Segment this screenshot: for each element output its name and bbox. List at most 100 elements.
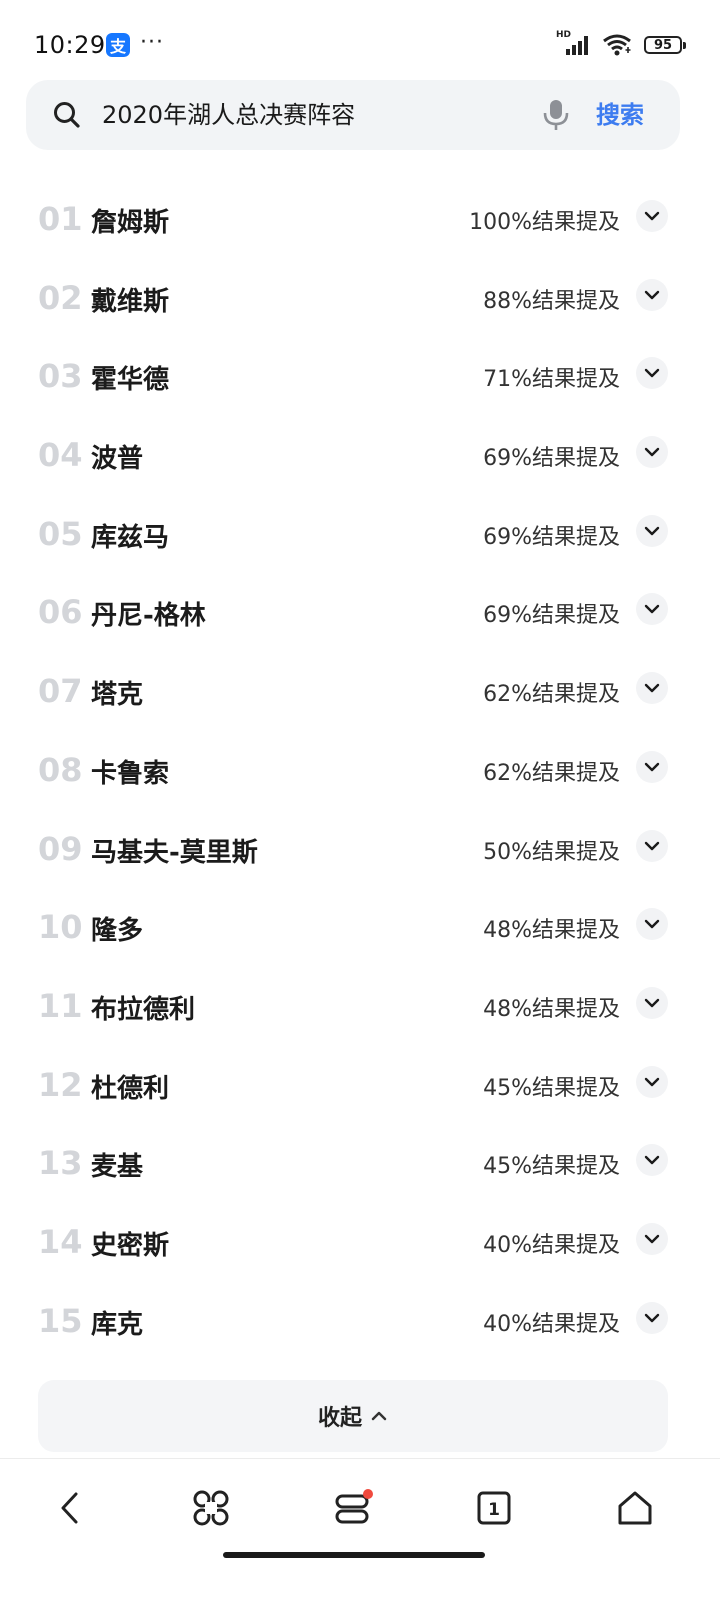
mention-rate: 62%结果提及 <box>483 760 620 786</box>
result-row[interactable]: 13 麦基 45%结果提及 <box>0 1124 720 1203</box>
chevron-down-icon <box>644 605 660 614</box>
rank-number: 02 <box>38 278 83 317</box>
result-row[interactable]: 07 塔克 62%结果提及 <box>0 652 720 731</box>
rank-number: 12 <box>38 1065 83 1104</box>
status-time: 10:29 <box>34 31 106 59</box>
chevron-down-icon <box>644 1234 660 1244</box>
mention-rate: 45%结果提及 <box>483 1075 620 1101</box>
home-button[interactable] <box>610 1483 660 1533</box>
chevron-down-icon <box>644 683 660 693</box>
collapse-button[interactable]: 收起 <box>38 1380 668 1452</box>
menu-button[interactable] <box>328 1483 378 1533</box>
result-row[interactable]: 01 詹姆斯 100%结果提及 <box>0 180 720 259</box>
menu-icon <box>335 1489 373 1524</box>
tabs-count: 1 <box>488 1500 500 1520</box>
rank-number: 13 <box>38 1144 83 1183</box>
mention-rate: 48%结果提及 <box>483 996 620 1022</box>
player-name: 库克 <box>91 1309 144 1340</box>
mention-rate: 88%结果提及 <box>483 288 620 314</box>
home-indicator[interactable] <box>223 1552 485 1558</box>
player-name: 卡鲁索 <box>91 758 170 789</box>
expand-button[interactable] <box>636 593 668 626</box>
rank-number: 08 <box>38 750 83 789</box>
chevron-down-icon <box>644 1156 660 1165</box>
mention-rate: 69%结果提及 <box>483 446 620 472</box>
player-name: 霍华德 <box>91 365 170 396</box>
microphone-icon[interactable] <box>542 98 570 132</box>
search-button[interactable]: 搜索 <box>596 80 644 150</box>
expand-button[interactable] <box>636 514 668 547</box>
expand-button[interactable] <box>636 278 668 311</box>
player-name: 史密斯 <box>91 1230 170 1261</box>
mention-rate: 62%结果提及 <box>483 682 620 708</box>
rank-number: 06 <box>38 593 83 632</box>
back-button[interactable] <box>45 1483 95 1533</box>
chevron-down-icon <box>644 447 660 457</box>
shortcuts-button[interactable] <box>186 1483 236 1533</box>
expand-button[interactable] <box>636 357 668 390</box>
chevron-down-icon <box>644 762 660 772</box>
expand-button[interactable] <box>636 1065 668 1098</box>
expand-button[interactable] <box>636 829 668 862</box>
collapse-label: 收起 <box>317 1406 362 1431</box>
chevron-down-icon <box>644 369 660 378</box>
result-row[interactable]: 05 库兹马 69%结果提及 <box>0 495 720 574</box>
rank-number: 01 <box>38 200 83 238</box>
rank-number: 11 <box>38 986 83 1025</box>
result-row[interactable]: 11 布拉德利 48%结果提及 <box>0 967 720 1046</box>
result-row[interactable]: 12 杜德利 45%结果提及 <box>0 1046 720 1125</box>
rank-number: 09 <box>38 829 83 868</box>
expand-button[interactable] <box>636 908 668 941</box>
result-row[interactable]: 08 卡鲁索 62%结果提及 <box>0 731 720 810</box>
chevron-down-icon <box>644 211 660 221</box>
expand-button[interactable] <box>636 200 668 232</box>
expand-button[interactable] <box>636 436 668 469</box>
search-input[interactable]: 2020年湖人总决赛阵容 <box>102 80 355 150</box>
expand-button[interactable] <box>636 986 668 1019</box>
chevron-down-icon <box>644 526 660 535</box>
mention-rate: 40%结果提及 <box>483 1311 620 1337</box>
status-indicators: HD 95 <box>556 30 686 60</box>
search-bar[interactable]: 2020年湖人总决赛阵容 搜索 <box>26 80 680 150</box>
expand-button[interactable] <box>636 1144 668 1177</box>
result-row[interactable]: 03 霍华德 71%结果提及 <box>0 337 720 416</box>
player-name: 马基夫-莫里斯 <box>91 837 258 868</box>
expand-button[interactable] <box>636 750 668 783</box>
chevron-down-icon <box>644 919 660 929</box>
result-row[interactable]: 14 史密斯 40%结果提及 <box>0 1203 720 1282</box>
result-row[interactable]: 15 库克 40%结果提及 <box>0 1282 720 1361</box>
result-row[interactable]: 10 隆多 48%结果提及 <box>0 888 720 967</box>
expand-button[interactable] <box>636 1301 668 1334</box>
result-row[interactable]: 02 戴维斯 88%结果提及 <box>0 259 720 338</box>
chevron-down-icon <box>644 1077 660 1086</box>
search-icon <box>52 100 82 130</box>
mention-rate: 40%结果提及 <box>483 1232 620 1258</box>
result-row[interactable]: 09 马基夫-莫里斯 50%结果提及 <box>0 810 720 889</box>
rank-number: 04 <box>38 436 83 475</box>
result-row[interactable]: 04 波普 69%结果提及 <box>0 416 720 495</box>
player-name: 隆多 <box>91 916 144 947</box>
chevron-up-icon <box>370 1407 388 1426</box>
mention-rate: 48%结果提及 <box>483 918 620 944</box>
mention-rate: 71%结果提及 <box>483 367 620 393</box>
notification-dot <box>363 1489 373 1499</box>
player-name: 塔克 <box>91 680 144 711</box>
chevron-down-icon <box>644 841 660 850</box>
player-name: 库兹马 <box>91 522 170 553</box>
status-bar: 10:29 支 ··· HD 95 <box>0 0 720 80</box>
rank-number: 10 <box>38 908 83 947</box>
home-icon <box>618 1491 652 1525</box>
expand-button[interactable] <box>636 672 668 705</box>
rank-number: 05 <box>38 514 83 553</box>
rank-number: 15 <box>38 1301 83 1340</box>
tabs-button[interactable]: 1 <box>469 1483 519 1533</box>
chevron-down-icon <box>644 998 660 1008</box>
shortcuts-icon <box>193 1490 229 1526</box>
mention-rate: 69%结果提及 <box>483 603 620 629</box>
result-row[interactable]: 06 丹尼-格林 69%结果提及 <box>0 573 720 652</box>
signal-icon: HD <box>556 30 592 57</box>
expand-button[interactable] <box>636 1222 668 1255</box>
mention-rate: 100%结果提及 <box>469 210 620 235</box>
player-name: 戴维斯 <box>91 286 170 317</box>
rank-number: 07 <box>38 672 83 711</box>
